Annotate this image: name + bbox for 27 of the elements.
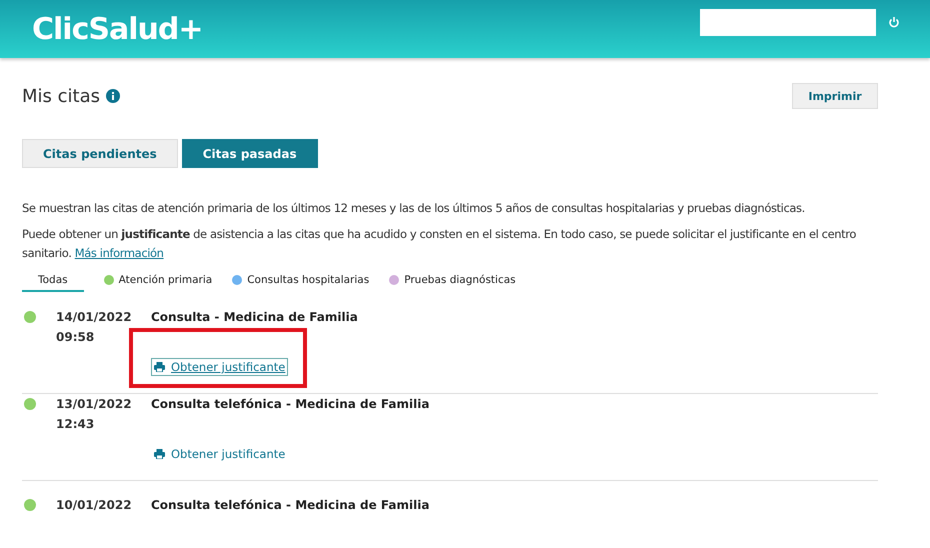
tab[interactable]: Citas pendientes (22, 139, 178, 168)
certificate-link[interactable]: Obtener justificante (151, 445, 288, 463)
print-button[interactable]: Imprimir (792, 83, 878, 109)
header-field[interactable] (700, 8, 876, 36)
more-info-link[interactable]: Más información (74, 246, 164, 260)
printer-icon (154, 362, 165, 372)
certificate-link[interactable]: Obtener justificante (151, 358, 288, 376)
filter-tab[interactable]: Atención primaria (104, 268, 212, 292)
filter-tab[interactable]: Pruebas diagnósticas (389, 268, 516, 292)
appointment-title: Consulta telefónica - Medicina de Familia (151, 396, 430, 413)
appointment-date: 13/01/2022 (56, 396, 133, 413)
filter-tab[interactable]: Todas (22, 268, 84, 292)
filter-tab[interactable]: Consultas hospitalarias (232, 268, 370, 292)
tab[interactable]: Citas pasadas (182, 139, 318, 168)
power-icon[interactable] (888, 16, 900, 28)
appointment-time: 12:43 (56, 416, 96, 433)
info-text: Puede obtener un justificante de asistencia a las citas que ha acudido y consten en el sistema. En todo caso, se puede solicitar el justificante en el centro sanitario. Más información (22, 226, 857, 262)
appointment-date: 14/01/2022 (56, 309, 133, 326)
appointment-title: Consulta - Medicina de Familia (151, 309, 359, 326)
appointment-title: Consulta telefónica - Medicina de Familia (151, 497, 430, 514)
info-icon[interactable] (106, 89, 120, 103)
appointment-date: 10/01/2022 (56, 497, 133, 514)
printer-icon (154, 449, 165, 459)
logo: ClicSalud+ (32, 12, 202, 46)
page-title: Mis citas (22, 86, 100, 106)
info-text: Se muestran las citas de atención primaria de los últimos 12 meses y las de los últimos 5 años de consultas hospitalarias y pruebas diagnósticas. (22, 200, 806, 217)
appointment-time: 09:58 (56, 329, 96, 346)
